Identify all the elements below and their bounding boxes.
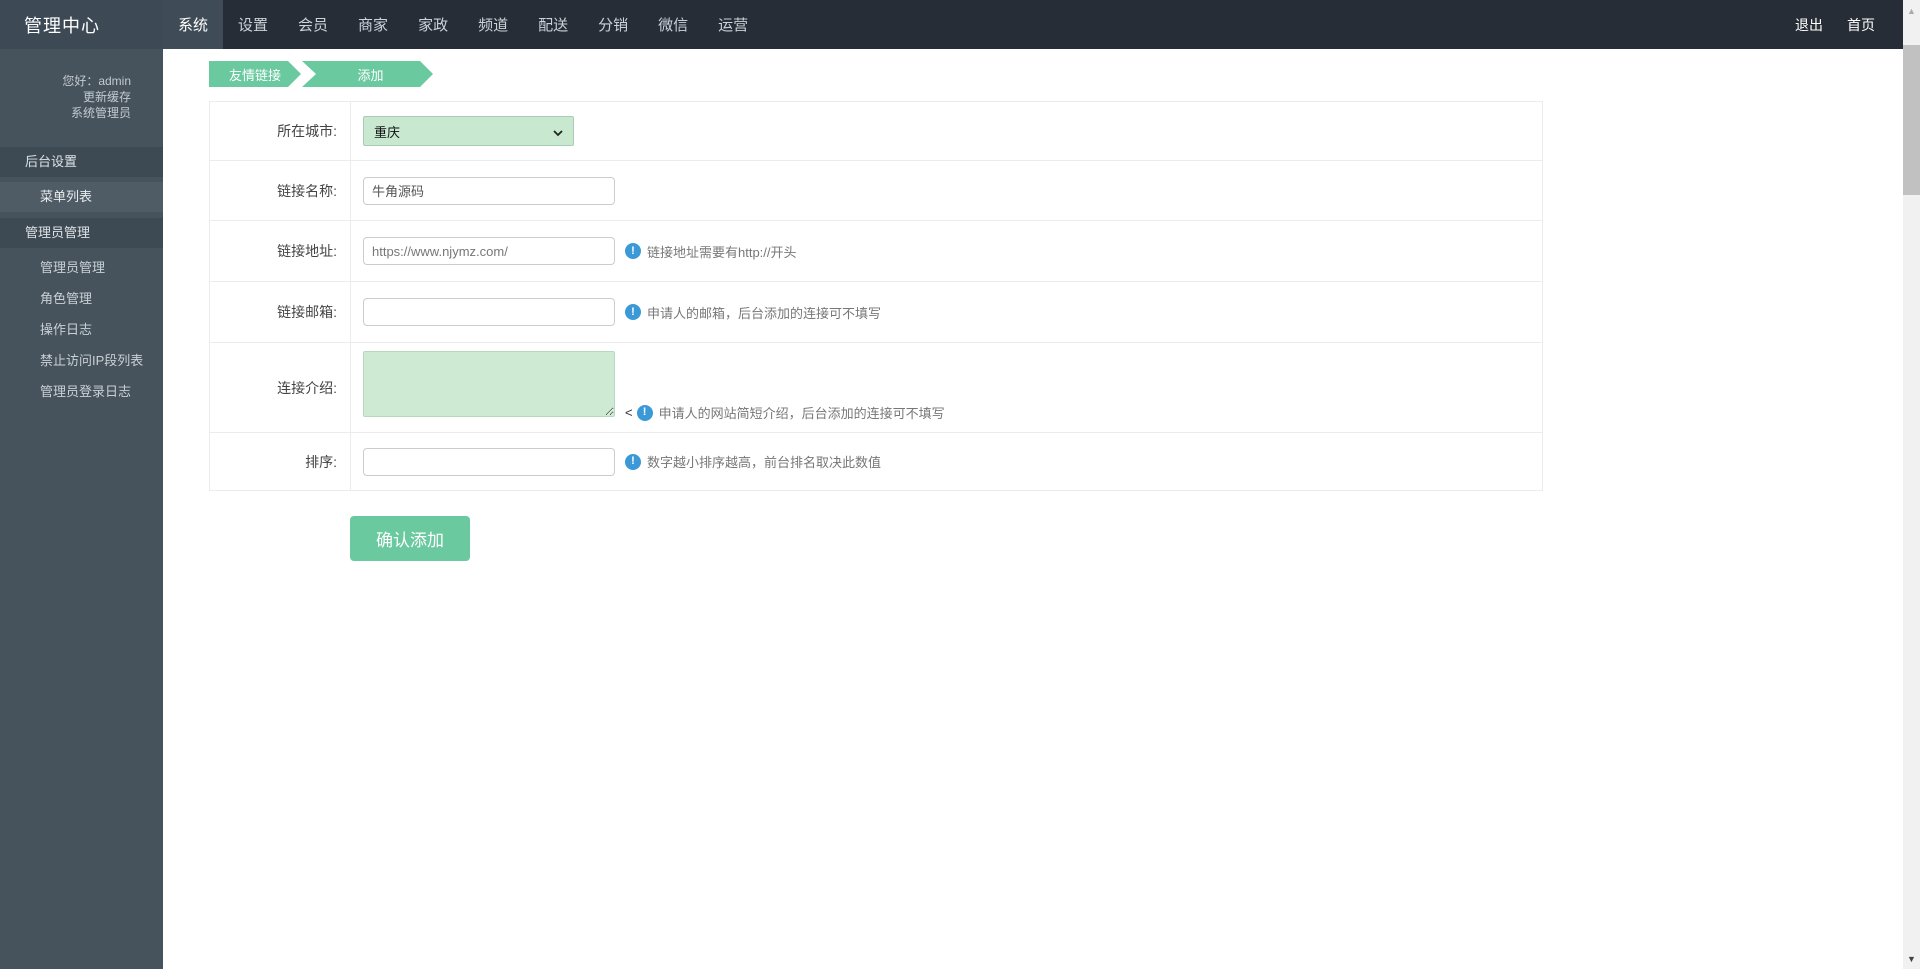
link-email-label: 链接邮箱: — [210, 282, 351, 342]
info-icon: ! — [637, 405, 653, 421]
nav-item-wechat[interactable]: 微信 — [643, 0, 703, 49]
update-cache-link[interactable]: 更新缓存 — [0, 89, 131, 105]
link-name-input[interactable] — [363, 177, 615, 205]
top-nav: 管理中心 系统 设置 会员 商家 家政 频道 配送 分销 微信 运营 退出 首页 — [0, 0, 1903, 49]
scroll-up-icon[interactable]: ▲ — [1903, 2, 1920, 19]
link-email-input[interactable] — [363, 298, 615, 326]
link-intro-hint: < ! 申请人的网站简短介绍，后台添加的连接可不填写 — [625, 403, 945, 422]
city-select-value: 重庆 — [374, 122, 553, 141]
form-row-sort: 排序: ! 数字越小排序越高，前台排名取决此数值 — [210, 433, 1542, 490]
link-name-label: 链接名称: — [210, 161, 351, 220]
home-link[interactable]: 首页 — [1847, 15, 1875, 35]
sidebar-header-backend-settings[interactable]: 后台设置 — [0, 147, 163, 177]
link-intro-textarea[interactable] — [363, 351, 615, 417]
add-link-form: 所在城市: 重庆 链接名称: 链接地址: — [209, 101, 1543, 491]
nav-item-channels[interactable]: 频道 — [463, 0, 523, 49]
sort-label: 排序: — [210, 433, 351, 490]
sort-input[interactable] — [363, 448, 615, 476]
chevron-down-icon — [553, 126, 563, 136]
link-url-input[interactable] — [363, 237, 615, 265]
link-intro-label: 连接介绍: — [210, 343, 351, 432]
link-email-hint: ! 申请人的邮箱，后台添加的连接可不填写 — [625, 303, 881, 322]
sidebar-item-role-management[interactable]: 角色管理 — [0, 284, 163, 314]
breadcrumb-tab-friendly-links[interactable]: 友情链接 — [209, 61, 301, 87]
link-url-hint: ! 链接地址需要有http://开头 — [625, 242, 797, 261]
breadcrumb-tab-add[interactable]: 添加 — [302, 61, 433, 87]
breadcrumb: 友情链接 添加 — [209, 61, 1903, 87]
nav-right-links: 退出 首页 — [1795, 0, 1903, 49]
scroll-down-icon[interactable]: ▼ — [1903, 950, 1920, 967]
user-greeting: 您好：admin — [0, 73, 131, 89]
app-title: 管理中心 — [0, 0, 163, 49]
user-info: 您好：admin 更新缓存 系统管理员 — [0, 49, 163, 121]
main-content: 友情链接 添加 所在城市: 重庆 链接名称: — [163, 49, 1903, 969]
info-icon: ! — [625, 454, 641, 470]
logout-link[interactable]: 退出 — [1795, 15, 1823, 35]
main-menu: 系统 设置 会员 商家 家政 频道 配送 分销 微信 运营 — [163, 0, 763, 49]
city-label: 所在城市: — [210, 102, 351, 160]
nav-item-operations[interactable]: 运营 — [703, 0, 763, 49]
nav-item-housekeeping[interactable]: 家政 — [403, 0, 463, 49]
city-select[interactable]: 重庆 — [363, 116, 574, 146]
info-icon: ! — [625, 304, 641, 320]
info-icon: ! — [625, 243, 641, 259]
sidebar-item-admin-management[interactable]: 管理员管理 — [0, 253, 163, 283]
sidebar-menu: 后台设置 菜单列表 管理员管理 管理员管理 角色管理 操作日志 禁止访问IP段列… — [0, 147, 163, 407]
admin-page: 管理中心 系统 设置 会员 商家 家政 频道 配送 分销 微信 运营 退出 首页… — [0, 0, 1920, 969]
sidebar-header-admin-management[interactable]: 管理员管理 — [0, 218, 163, 248]
form-row-city: 所在城市: 重庆 — [210, 102, 1542, 161]
sidebar-item-operation-logs[interactable]: 操作日志 — [0, 315, 163, 345]
link-url-label: 链接地址: — [210, 221, 351, 281]
form-row-link-intro: 连接介绍: < ! 申请人的网站简短介绍，后台添加的连接可不填写 — [210, 343, 1542, 433]
angle-bracket-text: < — [625, 405, 633, 420]
sidebar: 您好：admin 更新缓存 系统管理员 后台设置 菜单列表 管理员管理 管理员管… — [0, 49, 163, 969]
nav-item-members[interactable]: 会员 — [283, 0, 343, 49]
sort-hint: ! 数字越小排序越高，前台排名取决此数值 — [625, 452, 881, 471]
nav-item-settings[interactable]: 设置 — [223, 0, 283, 49]
sidebar-item-blocked-ip-list[interactable]: 禁止访问IP段列表 — [0, 346, 163, 376]
sidebar-group-admin-management: 管理员管理 管理员管理 角色管理 操作日志 禁止访问IP段列表 管理员登录日志 — [0, 218, 163, 407]
user-role: 系统管理员 — [0, 105, 131, 121]
nav-item-system[interactable]: 系统 — [163, 0, 223, 49]
sidebar-item-admin-login-logs[interactable]: 管理员登录日志 — [0, 377, 163, 407]
nav-item-distribution[interactable]: 分销 — [583, 0, 643, 49]
scrollbar[interactable]: ▲ ▼ — [1903, 0, 1920, 969]
scrollbar-thumb[interactable] — [1903, 45, 1920, 195]
sidebar-item-menu-list[interactable]: 菜单列表 — [0, 182, 163, 212]
nav-item-delivery[interactable]: 配送 — [523, 0, 583, 49]
sidebar-group-backend-settings: 后台设置 菜单列表 — [0, 147, 163, 212]
confirm-add-button[interactable]: 确认添加 — [350, 516, 470, 561]
form-row-link-name: 链接名称: — [210, 161, 1542, 221]
nav-item-merchants[interactable]: 商家 — [343, 0, 403, 49]
form-row-link-email: 链接邮箱: ! 申请人的邮箱，后台添加的连接可不填写 — [210, 282, 1542, 343]
form-row-link-url: 链接地址: ! 链接地址需要有http://开头 — [210, 221, 1542, 282]
